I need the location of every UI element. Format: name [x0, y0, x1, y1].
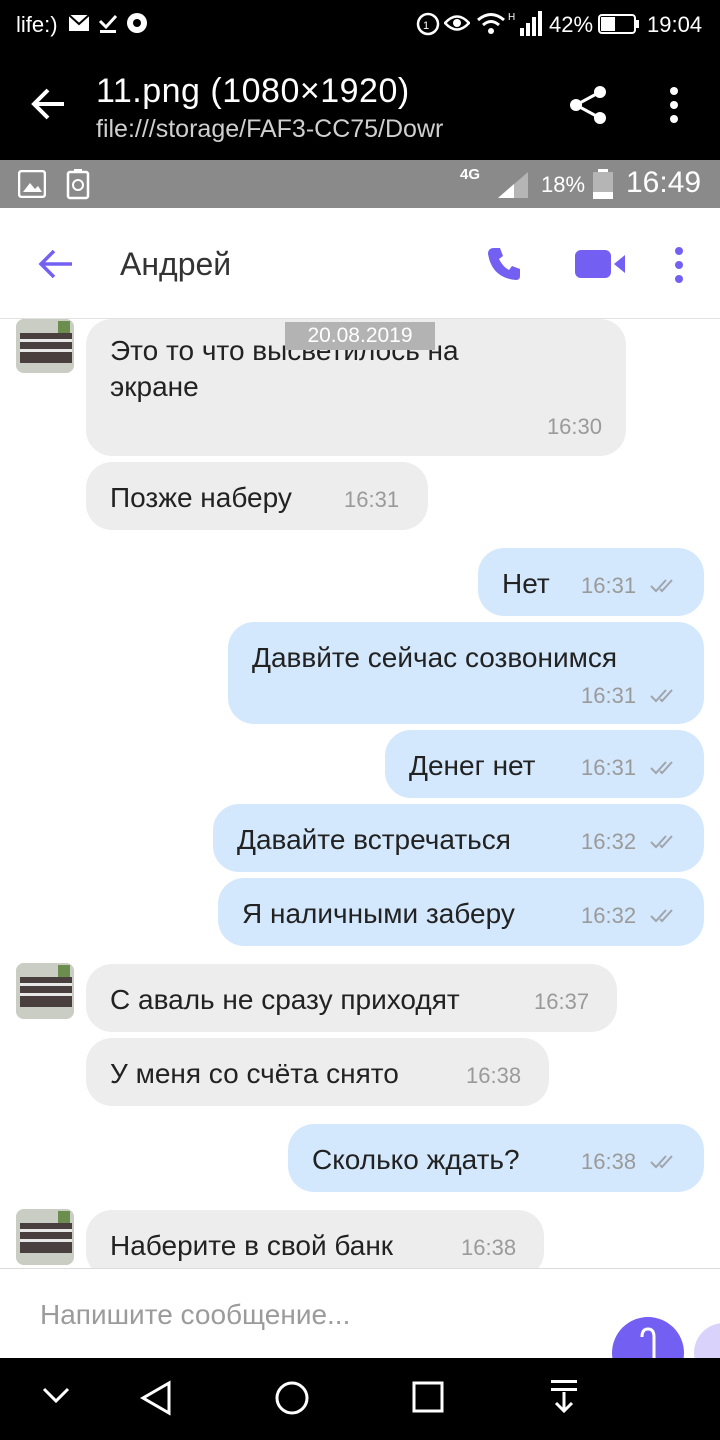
message-time: 16:38 — [461, 1235, 517, 1260]
video-call-icon[interactable] — [574, 248, 626, 280]
message-time: 16:32 — [581, 903, 637, 928]
date-badge: 20.08.2019 — [285, 322, 435, 350]
message-bubble-incoming[interactable]: У меня со счёта снято 16:38 — [86, 1038, 549, 1106]
carrier-label: life:) — [16, 12, 58, 37]
message-bubble-outgoing[interactable]: Даввйте сейчас созвонимся 16:31 — [228, 622, 704, 724]
message-bubble-incoming[interactable]: Наберите в свой банк 16:38 — [86, 1210, 544, 1268]
outer-status-bar: life:) 1 H 42% 19:04 — [0, 0, 720, 50]
send-voice-button[interactable] — [606, 1313, 720, 1359]
read-receipt-icon — [650, 1155, 673, 1169]
message-time: 16:32 — [581, 829, 637, 854]
message-text: Давайте встречаться — [237, 824, 511, 855]
read-receipt-icon — [650, 835, 673, 849]
message-time: 16:37 — [534, 989, 590, 1014]
message-text: С аваль не сразу приходят — [110, 984, 460, 1015]
nav-recents-icon[interactable] — [412, 1381, 444, 1413]
nav-back-icon[interactable] — [140, 1380, 172, 1416]
avatar[interactable] — [16, 963, 74, 1019]
viewer-file-path: file:///storage/FAF3-CC75/Dowr — [96, 115, 444, 143]
read-receipt-icon — [650, 909, 673, 923]
network-type-label: 4G — [460, 166, 481, 183]
chat-back-icon[interactable] — [38, 248, 74, 280]
mail-icon — [68, 14, 90, 31]
data-saver-icon: 1 — [416, 12, 440, 36]
contact-name[interactable]: Андрей — [120, 246, 231, 283]
message-composer — [0, 1268, 720, 1359]
inner-signal-icon — [498, 172, 528, 198]
message-time: 16:38 — [466, 1063, 522, 1088]
eye-comfort-icon — [444, 15, 470, 31]
viewer-app-bar: 11.png (1080×1920) file:///storage/FAF3-… — [0, 50, 720, 160]
recycle-icon — [66, 169, 90, 200]
inner-clock: 16:49 — [626, 166, 702, 199]
system-nav-bar — [0, 1358, 720, 1440]
message-time: 16:31 — [581, 755, 637, 780]
message-time: 16:31 — [344, 487, 400, 512]
message-bubble-outgoing[interactable]: Сколько ждать? 16:38 — [288, 1124, 704, 1192]
message-text: Сколько ждать? — [312, 1144, 520, 1175]
message-text: Денег нет — [409, 750, 536, 781]
signal-icon: H — [508, 11, 542, 36]
battery-icon — [598, 14, 639, 34]
viewer-title: 11.png (1080×1920) — [96, 72, 410, 110]
back-arrow-icon[interactable] — [30, 86, 66, 122]
message-time: 16:31 — [581, 683, 637, 708]
svg-text:H: H — [508, 12, 515, 23]
message-bubble-incoming[interactable]: Позже наберу 16:31 — [86, 462, 428, 530]
message-time: 16:30 — [546, 414, 602, 439]
message-input[interactable] — [38, 1289, 602, 1341]
notification-pulldown-icon[interactable] — [548, 1378, 580, 1414]
outer-battery-percent: 42% — [549, 12, 594, 37]
hide-nav-icon[interactable] — [42, 1386, 70, 1404]
chat-header: Андрей — [0, 208, 720, 319]
message-text: Даввйте сейчас созвонимся — [252, 642, 617, 673]
read-receipt-icon — [650, 761, 673, 775]
chrome-icon — [127, 13, 147, 33]
outer-clock: 19:04 — [647, 12, 703, 37]
message-list: Это то что высветилось на экране 16:30 П… — [0, 319, 720, 1268]
read-receipt-icon — [650, 689, 673, 703]
message-text: экране — [110, 371, 199, 402]
message-bubble-outgoing[interactable]: Нет 16:31 — [478, 548, 704, 616]
message-text: Наберите в свой банк — [110, 1230, 394, 1261]
wifi-icon — [477, 13, 505, 34]
message-time: 16:31 — [581, 573, 637, 598]
read-receipt-icon — [650, 579, 673, 593]
message-text: Нет — [502, 568, 550, 599]
avatar[interactable] — [16, 1209, 74, 1265]
message-bubble-outgoing[interactable]: Я наличными заберу 16:32 — [218, 878, 704, 946]
inner-status-bar: 4G 18% 16:49 — [0, 160, 720, 208]
inner-battery-icon — [593, 169, 613, 199]
svg-text:1: 1 — [423, 20, 429, 32]
message-time: 16:38 — [581, 1149, 637, 1174]
nav-home-icon[interactable] — [274, 1380, 310, 1416]
avatar[interactable] — [16, 319, 74, 373]
inner-battery-percent: 18% — [541, 172, 586, 197]
message-bubble-incoming[interactable]: С аваль не сразу приходят 16:37 — [86, 964, 617, 1032]
share-icon[interactable] — [568, 84, 608, 126]
gallery-icon — [18, 170, 46, 198]
message-text: Позже наберу — [110, 482, 292, 513]
message-bubble-outgoing[interactable]: Давайте встречаться 16:32 — [213, 804, 704, 872]
message-bubble-outgoing[interactable]: Денег нет 16:31 — [385, 730, 704, 798]
download-done-icon — [98, 14, 118, 33]
chat-more-icon[interactable] — [672, 246, 686, 284]
message-text: Я наличными заберу — [242, 898, 515, 929]
message-text: У меня со счёта снято — [110, 1058, 399, 1089]
voice-call-icon[interactable] — [486, 246, 522, 282]
more-options-icon[interactable] — [664, 86, 684, 124]
